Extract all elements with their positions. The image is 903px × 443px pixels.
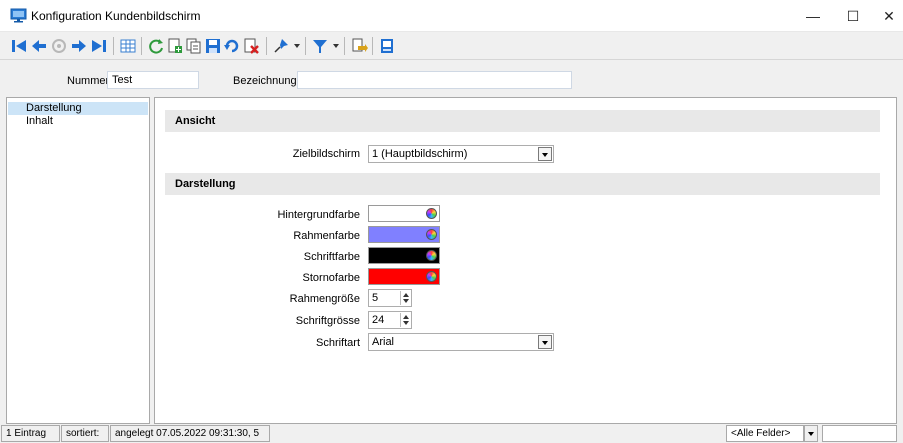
dropdown-arrow-icon[interactable]: [538, 335, 552, 349]
field-filter-dropdown-button[interactable]: [804, 425, 818, 442]
spin-down-icon[interactable]: [403, 299, 409, 303]
bezeichnung-field[interactable]: [297, 71, 572, 89]
nav-item-label: Inhalt: [26, 115, 53, 127]
schriftart-label: Schriftart: [315, 337, 360, 349]
filter-icon[interactable]: [311, 37, 329, 55]
refresh-record-icon[interactable]: [50, 37, 68, 55]
delete-record-icon[interactable]: [242, 37, 260, 55]
rahmenfarbe-picker[interactable]: [368, 226, 440, 243]
stornofarbe-label: Stornofarbe: [302, 272, 360, 284]
previous-record-icon[interactable]: [30, 37, 48, 55]
schriftart-dropdown[interactable]: Arial: [368, 333, 554, 351]
schriftgroesse-stepper[interactable]: 24: [368, 311, 412, 329]
nav-item-darstellung[interactable]: Darstellung: [8, 102, 148, 115]
status-bar: 1 Eintrag sortiert: angelegt 07.05.2022 …: [0, 424, 903, 443]
monitor-icon: [10, 8, 27, 23]
spin-up-icon[interactable]: [403, 293, 409, 297]
save-icon[interactable]: [204, 37, 222, 55]
close-button[interactable]: ✕: [866, 0, 903, 32]
status-created: angelegt 07.05.2022 09:31:30, 5: [110, 425, 270, 442]
zielbildschirm-label: Zielbildschirm: [292, 148, 360, 160]
next-record-icon[interactable]: [70, 37, 88, 55]
print-preview-icon[interactable]: [378, 37, 396, 55]
section-ansicht: Ansicht: [165, 110, 880, 132]
spin-up-icon[interactable]: [403, 315, 409, 319]
schriftgroesse-value: 24: [372, 314, 385, 326]
undo-icon[interactable]: [223, 37, 241, 55]
color-wheel-icon[interactable]: [426, 250, 437, 261]
nummer-label: Nummer: [67, 75, 110, 87]
rahmenfarbe-label: Rahmenfarbe: [293, 230, 360, 242]
nav-item-label: Darstellung: [26, 102, 82, 114]
copy-record-icon[interactable]: [185, 37, 203, 55]
schriftfarbe-label: Schriftfarbe: [303, 251, 360, 263]
export-icon[interactable]: [350, 37, 368, 55]
navigation-tree: Darstellung Inhalt: [6, 97, 150, 424]
status-sorted: sortiert:: [61, 425, 109, 442]
toolbar-separator: [372, 37, 373, 55]
zielbildschirm-dropdown[interactable]: 1 (Hauptbildschirm): [368, 145, 554, 163]
spin-buttons[interactable]: [400, 291, 410, 305]
status-count: 1 Eintrag: [1, 425, 60, 442]
toolbar-separator: [141, 37, 142, 55]
rahmengroesse-label: Rahmengröße: [289, 293, 360, 305]
hintergrundfarbe-label: Hintergrundfarbe: [277, 209, 360, 221]
nav-item-inhalt[interactable]: Inhalt: [8, 115, 148, 128]
spin-down-icon[interactable]: [403, 321, 409, 325]
spin-buttons[interactable]: [400, 313, 410, 327]
filter-dropdown-arrow[interactable]: [333, 44, 339, 48]
color-wheel-icon[interactable]: [426, 208, 437, 219]
toolbar-separator: [266, 37, 267, 55]
toolbar-separator: [305, 37, 306, 55]
zielbildschirm-value: 1 (Hauptbildschirm): [372, 148, 468, 160]
pin-icon[interactable]: [272, 37, 290, 55]
hintergrundfarbe-picker[interactable]: [368, 205, 440, 222]
color-wheel-icon[interactable]: [426, 229, 437, 240]
color-wheel-icon[interactable]: [426, 271, 437, 282]
reload-icon[interactable]: [147, 37, 165, 55]
schriftgroesse-label: Schriftgrösse: [295, 315, 360, 327]
schriftfarbe-picker[interactable]: [368, 247, 440, 264]
dropdown-arrow-icon: [808, 432, 814, 436]
section-darstellung: Darstellung: [165, 173, 880, 195]
toolbar: [0, 32, 903, 60]
nummer-field[interactable]: Test: [107, 71, 199, 89]
first-record-icon[interactable]: [10, 37, 28, 55]
pin-dropdown-arrow[interactable]: [294, 44, 300, 48]
window-title: Konfiguration Kundenbildschirm: [31, 9, 201, 23]
field-filter-value: <Alle Felder>: [731, 428, 791, 439]
new-record-icon[interactable]: [166, 37, 184, 55]
dropdown-arrow-icon[interactable]: [538, 147, 552, 161]
stornofarbe-picker[interactable]: [368, 268, 440, 285]
toolbar-separator: [113, 37, 114, 55]
bezeichnung-label: Bezeichnung: [233, 75, 297, 87]
table-view-icon[interactable]: [119, 37, 137, 55]
title-bar: Konfiguration Kundenbildschirm — ☐ ✕: [0, 0, 903, 32]
toolbar-separator: [344, 37, 345, 55]
field-filter-combo[interactable]: <Alle Felder>: [726, 425, 804, 442]
rahmengroesse-value: 5: [372, 292, 379, 304]
rahmengroesse-stepper[interactable]: 5: [368, 289, 412, 307]
schriftart-value: Arial: [372, 336, 395, 348]
last-record-icon[interactable]: [90, 37, 108, 55]
search-input[interactable]: [822, 425, 897, 442]
main-panel: Ansicht Zielbildschirm 1 (Hauptbildschir…: [154, 97, 897, 424]
